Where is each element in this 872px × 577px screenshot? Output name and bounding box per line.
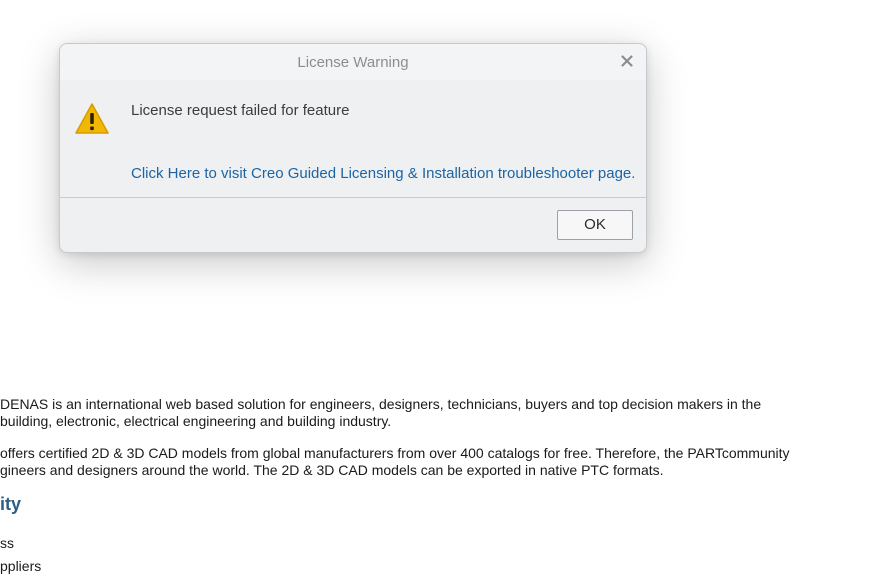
license-warning-dialog: License Warning License request failed f… [59,43,647,253]
background-list-item: ss [0,535,14,551]
background-paragraph-1-line-2: building, electronic, electrical enginee… [0,413,392,429]
dialog-message: License request failed for feature [131,102,350,119]
page: DENAS is an international web based solu… [0,0,872,577]
background-paragraph-1: DENAS is an international web based solu… [0,396,761,430]
background-paragraph-1-line-1: DENAS is an international web based solu… [0,396,762,412]
dialog-title: License Warning [297,54,409,71]
warning-icon [74,102,110,136]
dialog-divider [60,197,646,198]
dialog-titlebar[interactable]: License Warning [60,44,646,80]
close-icon [621,55,633,67]
background-paragraph-2-line-2: gineers and designers around the world. … [0,462,664,478]
close-button[interactable] [618,52,636,70]
background-paragraph-2-line-1: offers certified 2D & 3D CAD models from… [0,445,790,461]
ok-button[interactable]: OK [557,210,633,240]
background-heading: ity [0,494,22,514]
background-list-item: ppliers [0,558,42,574]
troubleshooter-link[interactable]: Click Here to visit Creo Guided Licensin… [131,165,635,182]
background-paragraph-2: offers certified 2D & 3D CAD models from… [0,445,790,479]
